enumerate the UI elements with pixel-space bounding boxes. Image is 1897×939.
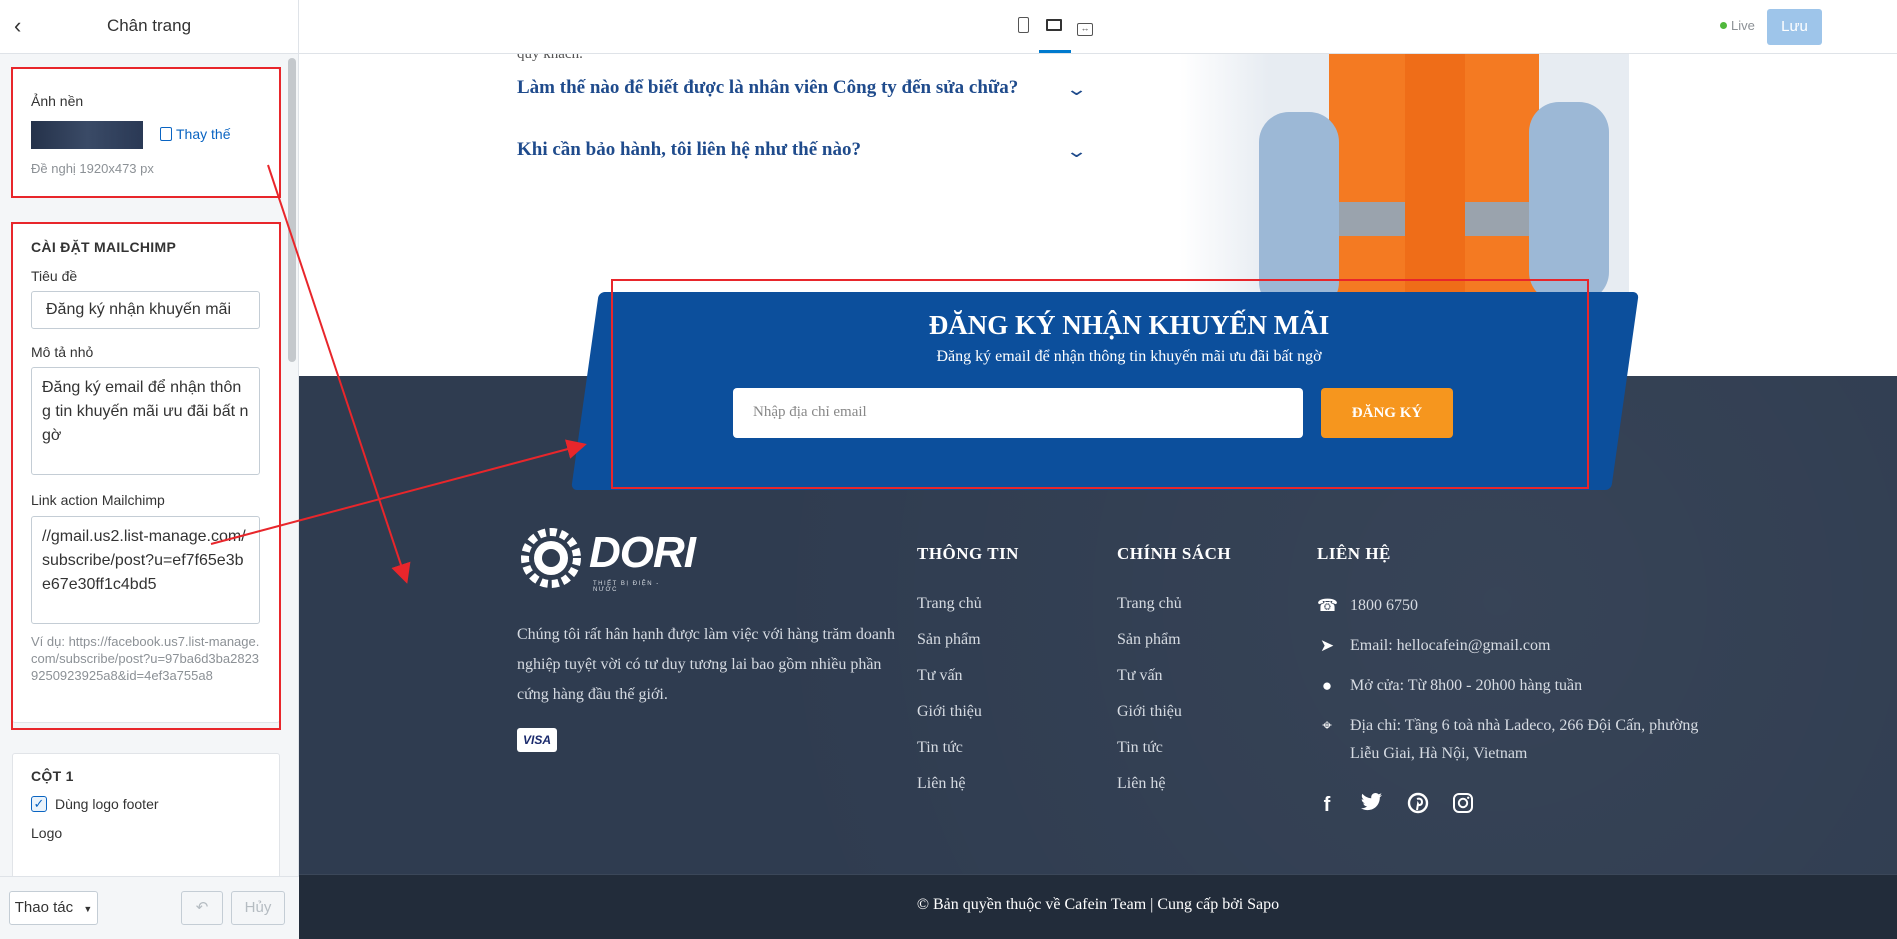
phone-icon: ☎ — [1317, 596, 1339, 615]
actions-dropdown[interactable]: Thao tác ▼ — [9, 891, 98, 925]
mobile-view-icon[interactable] — [1013, 17, 1033, 37]
sidebar-scrollbar[interactable] — [288, 58, 296, 362]
user-clock-icon: ● — [1321, 676, 1333, 695]
use-logo-checkbox[interactable]: ✓ — [31, 796, 47, 812]
annotation-box-mailchimp — [11, 222, 281, 730]
annotation-box-newsletter — [611, 279, 1589, 489]
brand-name: DORI — [589, 528, 696, 577]
policy-link[interactable]: Tin tức — [1117, 739, 1163, 757]
info-link[interactable]: Giới thiệu — [917, 703, 982, 721]
chevron-down-icon[interactable]: ⌄ — [1065, 141, 1088, 162]
info-link[interactable]: Liên hệ — [917, 775, 965, 793]
sidebar-footer: Thao tác ▼ ↶ Hủy — [0, 876, 299, 939]
info-link[interactable]: Tư vấn — [917, 667, 963, 685]
column1-card: CỘT 1 ✓ Dùng logo footer Logo — [12, 753, 280, 876]
policy-column-title: CHÍNH SÁCH — [1117, 544, 1232, 563]
policy-link[interactable]: Trang chủ — [1117, 595, 1182, 613]
column1-section-title: CỘT 1 — [31, 768, 74, 784]
live-status-label: Live — [1731, 18, 1755, 33]
undo-button[interactable]: ↶ — [181, 891, 223, 925]
sidebar-title: Chân trang — [106, 16, 192, 35]
cancel-button[interactable]: Hủy — [231, 891, 285, 925]
location-arrow-icon: ➤ — [1319, 636, 1335, 655]
visa-icon: VISA — [517, 728, 557, 752]
faq-question-2[interactable]: Khi cần bảo hành, tôi liên hệ như thế nà… — [517, 139, 861, 161]
site-preview[interactable]: quý khách. Làm thế nào để biết được là n… — [299, 54, 1897, 939]
chevron-down-icon[interactable]: ⌄ — [1065, 79, 1088, 100]
contact-address: Địa chỉ: Tầng 6 toà nhà Ladeco, 266 Đội … — [1350, 717, 1699, 762]
logo-label: Logo — [31, 825, 63, 841]
faq-question-1[interactable]: Làm thế nào để biết được là nhân viên Cô… — [517, 77, 1018, 99]
save-button[interactable]: Lưu — [1767, 9, 1822, 45]
active-view-indicator — [1039, 50, 1071, 53]
contact-hours: Mở cửa: Từ 8h00 - 20h00 hàng tuần — [1350, 677, 1583, 694]
policy-link[interactable]: Liên hệ — [1117, 775, 1165, 793]
twitter-icon[interactable] — [1359, 792, 1385, 818]
pinterest-icon[interactable] — [1405, 792, 1431, 818]
faq-answer-text: quý khách. — [517, 54, 583, 62]
footer-logo[interactable]: DORI THIẾT BỊ ĐIỆN - NƯỚC — [517, 524, 696, 594]
desktop-view-icon[interactable] — [1044, 17, 1064, 37]
policy-link[interactable]: Giới thiệu — [1117, 703, 1182, 721]
undo-icon: ↶ — [195, 899, 209, 916]
info-link[interactable]: Sản phẩm — [917, 631, 981, 649]
sidebar-header: ‹ Chân trang — [0, 0, 298, 54]
live-status-dot — [1720, 22, 1727, 29]
fullwidth-view-icon[interactable]: ↔ — [1075, 17, 1095, 37]
top-toolbar: ↔ Live Lưu — [299, 0, 1897, 54]
contact-phone[interactable]: 1800 6750 — [1350, 592, 1418, 620]
annotation-box-background — [11, 67, 281, 198]
footer-about-text: Chúng tôi rất hân hạnh được làm việc với… — [517, 626, 895, 703]
brand-tagline: THIẾT BỊ ĐIỆN - NƯỚC — [593, 581, 660, 593]
caret-down-icon: ▼ — [83, 904, 93, 914]
facebook-icon[interactable]: f — [1314, 792, 1340, 818]
contact-column-title: LIÊN HỆ — [1317, 544, 1391, 563]
info-column-title: THÔNG TIN — [917, 544, 1019, 563]
contact-email[interactable]: Email: hellocafein@gmail.com — [1350, 632, 1550, 660]
copyright-text: © Bản quyền thuộc về Cafein Team | Cung … — [916, 896, 1280, 913]
info-link[interactable]: Tin tức — [917, 739, 963, 757]
actions-label: Thao tác — [14, 899, 74, 916]
info-link[interactable]: Trang chủ — [917, 595, 982, 613]
map-marker-icon: ⌖ — [1322, 716, 1332, 735]
policy-link[interactable]: Tư vấn — [1117, 667, 1163, 685]
instagram-icon[interactable] — [1450, 792, 1476, 818]
use-logo-label: Dùng logo footer — [55, 796, 159, 812]
policy-link[interactable]: Sản phẩm — [1117, 631, 1181, 649]
